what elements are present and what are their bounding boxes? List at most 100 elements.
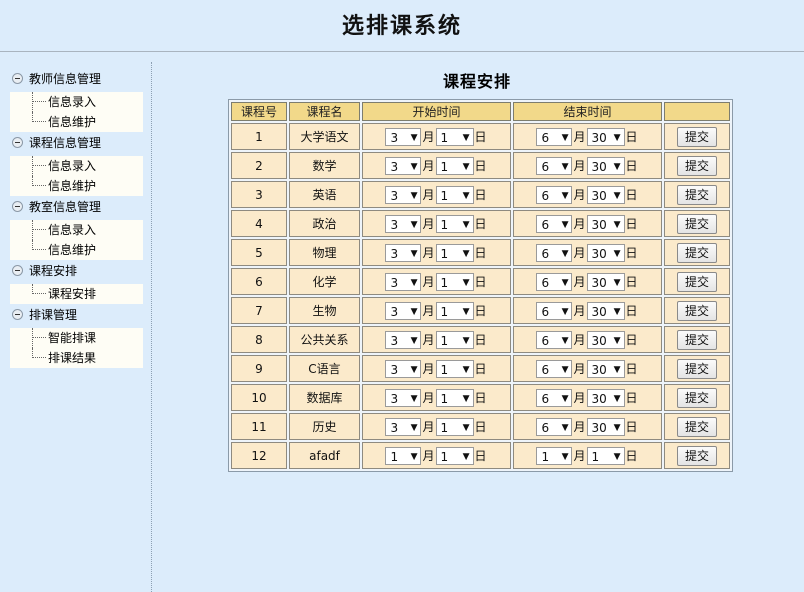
- end-day-select[interactable]: 30 ▼: [586, 127, 625, 146]
- sidebar-link[interactable]: 信息录入: [10, 156, 143, 176]
- end-day-select[interactable]: 30 ▼: [586, 417, 625, 436]
- collapse-minus-icon[interactable]: [12, 73, 23, 84]
- start-month-select[interactable]: 3 ▼: [385, 156, 422, 175]
- sidebar-group-header[interactable]: 排课管理: [12, 306, 77, 324]
- submit-button[interactable]: 提交: [677, 387, 717, 408]
- submit-button[interactable]: 提交: [677, 242, 717, 263]
- start-day-select[interactable]: 1 ▼: [435, 330, 474, 349]
- submit-button[interactable]: 提交: [677, 416, 717, 437]
- collapse-minus-icon[interactable]: [12, 137, 23, 148]
- end-day-select[interactable]: 30 ▼: [586, 272, 625, 291]
- start-month-select[interactable]: 3 ▼: [385, 301, 422, 320]
- start-month-select[interactable]: 3 ▼: [385, 417, 422, 436]
- select-value: 30: [591, 420, 607, 435]
- chevron-down-icon: ▼: [410, 132, 418, 143]
- sidebar-group-header[interactable]: 教室信息管理: [12, 198, 101, 216]
- end-day-select[interactable]: 30 ▼: [586, 214, 625, 233]
- start-month-select[interactable]: 3 ▼: [385, 330, 422, 349]
- sidebar-link[interactable]: 信息录入: [10, 92, 143, 112]
- start-day-select[interactable]: 1 ▼: [435, 127, 474, 146]
- end-month-select[interactable]: 6 ▼: [536, 243, 573, 262]
- submit-button[interactable]: 提交: [677, 126, 717, 147]
- start-month-select[interactable]: 3 ▼: [385, 359, 422, 378]
- end-day-select[interactable]: 30 ▼: [586, 330, 625, 349]
- collapse-minus-icon[interactable]: [12, 265, 23, 276]
- submit-button[interactable]: 提交: [677, 271, 717, 292]
- sidebar-submenu: 课程安排: [10, 284, 143, 304]
- course-id-cell: 6: [231, 268, 287, 295]
- tree-branch: [32, 249, 46, 250]
- end-day-select[interactable]: 1 ▼: [586, 446, 625, 465]
- end-month-select[interactable]: 6 ▼: [536, 388, 573, 407]
- start-month-select[interactable]: 3 ▼: [385, 127, 422, 146]
- start-month-select[interactable]: 3 ▼: [385, 185, 422, 204]
- start-month-select[interactable]: 3 ▼: [385, 388, 422, 407]
- end-month-select[interactable]: 6 ▼: [536, 301, 573, 320]
- end-month-select[interactable]: 6 ▼: [536, 359, 573, 378]
- start-day-select[interactable]: 1 ▼: [435, 272, 474, 291]
- start-day-select[interactable]: 1 ▼: [435, 243, 474, 262]
- start-month-select[interactable]: 3 ▼: [385, 272, 422, 291]
- start-time-cell: 3 ▼ 月 1 ▼ 日: [362, 152, 511, 179]
- end-day-select[interactable]: 30 ▼: [586, 156, 625, 175]
- start-day-select[interactable]: 1 ▼: [435, 214, 474, 233]
- sidebar-group-label: 教师信息管理: [29, 72, 102, 86]
- course-id-cell: 12: [231, 442, 287, 469]
- month-unit-label: 月: [573, 333, 586, 347]
- end-month-select[interactable]: 6 ▼: [536, 330, 573, 349]
- submit-button[interactable]: 提交: [677, 213, 717, 234]
- end-month-select[interactable]: 6 ▼: [536, 214, 573, 233]
- end-month-select[interactable]: 6 ▼: [536, 272, 573, 291]
- end-month-select[interactable]: 6 ▼: [536, 417, 573, 436]
- start-day-select[interactable]: 1 ▼: [435, 156, 474, 175]
- end-month-select[interactable]: 1 ▼: [536, 446, 573, 465]
- sidebar-group-header[interactable]: 课程安排: [12, 262, 77, 280]
- submit-button[interactable]: 提交: [677, 184, 717, 205]
- start-day-select[interactable]: 1 ▼: [435, 359, 474, 378]
- select-value: 3: [390, 304, 399, 319]
- sidebar-link[interactable]: 信息维护: [10, 112, 143, 132]
- collapse-minus-icon[interactable]: [12, 309, 23, 320]
- submit-button[interactable]: 提交: [677, 329, 717, 350]
- start-day-select[interactable]: 1 ▼: [435, 446, 474, 465]
- collapse-minus-icon[interactable]: [12, 201, 23, 212]
- day-unit-label: 日: [625, 217, 638, 231]
- start-month-select[interactable]: 3 ▼: [385, 243, 422, 262]
- end-day-select[interactable]: 30 ▼: [586, 388, 625, 407]
- start-day-select[interactable]: 1 ▼: [435, 301, 474, 320]
- end-day-select[interactable]: 30 ▼: [586, 301, 625, 320]
- day-unit-label: 日: [625, 304, 638, 318]
- sidebar-link[interactable]: 信息录入: [10, 220, 143, 240]
- chevron-down-icon: ▼: [410, 393, 418, 404]
- submit-button[interactable]: 提交: [677, 358, 717, 379]
- end-month-select[interactable]: 6 ▼: [536, 156, 573, 175]
- start-day-select[interactable]: 1 ▼: [435, 185, 474, 204]
- end-time-cell: 6 ▼ 月 30 ▼ 日: [513, 123, 662, 150]
- sidebar-group-header[interactable]: 课程信息管理: [12, 134, 101, 152]
- chevron-down-icon: ▼: [613, 248, 621, 259]
- submit-button[interactable]: 提交: [677, 300, 717, 321]
- start-month-select[interactable]: 1 ▼: [385, 446, 422, 465]
- course-name-cell: 生物: [289, 297, 360, 324]
- action-cell: 提交: [664, 181, 730, 208]
- end-month-select[interactable]: 6 ▼: [536, 185, 573, 204]
- start-month-select[interactable]: 3 ▼: [385, 214, 422, 233]
- start-day-select[interactable]: 1 ▼: [435, 417, 474, 436]
- end-day-select[interactable]: 30 ▼: [586, 243, 625, 262]
- end-day-select[interactable]: 30 ▼: [586, 185, 625, 204]
- sidebar-group-header[interactable]: 教师信息管理: [12, 70, 101, 88]
- chevron-down-icon: ▼: [410, 190, 418, 201]
- sidebar-link[interactable]: 信息维护: [10, 240, 143, 260]
- sidebar-link[interactable]: 智能排课: [10, 328, 143, 348]
- sidebar-link[interactable]: 课程安排: [10, 284, 143, 304]
- start-day-select[interactable]: 1 ▼: [435, 388, 474, 407]
- day-unit-label: 日: [474, 420, 487, 434]
- course-id-cell: 7: [231, 297, 287, 324]
- end-day-select[interactable]: 30 ▼: [586, 359, 625, 378]
- submit-button[interactable]: 提交: [677, 155, 717, 176]
- sidebar-link[interactable]: 信息维护: [10, 176, 143, 196]
- day-unit-label: 日: [474, 362, 487, 376]
- submit-button[interactable]: 提交: [677, 445, 717, 466]
- end-month-select[interactable]: 6 ▼: [536, 127, 573, 146]
- sidebar-link[interactable]: 排课结果: [10, 348, 143, 368]
